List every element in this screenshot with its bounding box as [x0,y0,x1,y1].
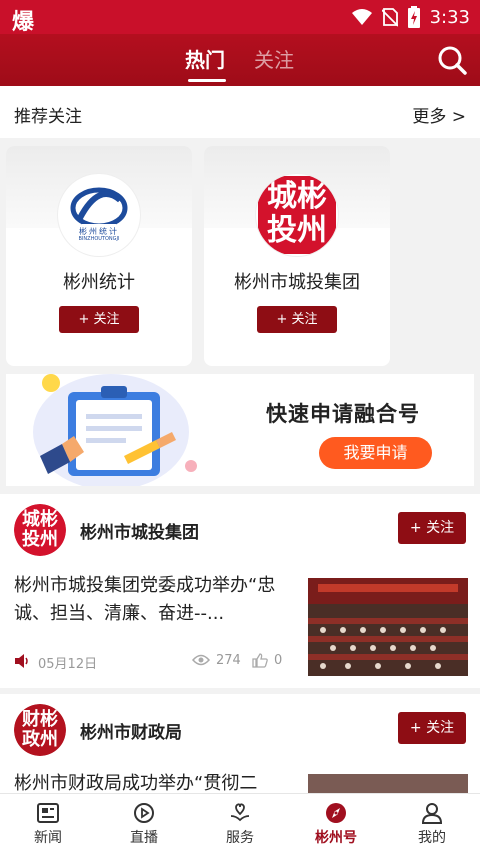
seal-text: 城彬投州 [267,179,327,248]
compass-icon [326,803,346,823]
nav-label: 直播 [130,830,158,846]
like-count: 0 [274,653,283,668]
apply-button[interactable]: 我要申请 [319,437,432,469]
article-meta: 05月12日 274 0 [14,652,294,672]
more-link[interactable]: 更多 > [412,102,466,127]
binzhou-stats-logo [58,174,140,256]
app-notification-glyph: 爆 [12,10,35,35]
chengtou-seal-logo: 城彬投州 [256,174,338,256]
nav-mine[interactable]: 我的 [384,794,480,853]
recommend-card[interactable]: 彬州统计 BINZHOUTONGJI 彬州统计 + 关注 [6,146,192,366]
follow-button[interactable]: + 关注 [59,306,139,333]
no-sim-icon [381,8,398,27]
play-icon [134,803,154,823]
card-name: 彬州市城投集团 [234,272,360,293]
battery-charging-icon [407,6,420,28]
source-name[interactable]: 彬州市财政局 [80,718,182,743]
article-title[interactable]: 彬州市城投集团党委成功举办“忠诚、担当、清廉、奋进--... [14,572,294,628]
feed-item[interactable]: 城彬投州 彬州市城投集团 + 关注 彬州市城投集团党委成功举办“忠诚、担当、清廉… [0,494,480,688]
status-bar: 爆 3:33 [0,0,480,35]
like-icon[interactable] [252,653,268,668]
follow-button[interactable]: + 关注 [257,306,337,333]
source-avatar[interactable]: 财彬政州 [14,704,66,756]
recommend-title: 推荐关注 [14,107,82,127]
tab-hot[interactable]: 热门 [185,44,226,82]
nav-label: 彬州号 [315,830,357,846]
view-count: 274 [216,653,241,668]
article-thumbnail[interactable] [308,774,468,794]
tab-hot-label: 热门 [185,48,225,72]
search-icon[interactable] [436,44,468,76]
follow-button[interactable]: + 关注 [398,512,466,544]
nav-label: 服务 [226,830,254,846]
nav-live[interactable]: 直播 [96,794,192,853]
nav-label: 新闻 [34,830,62,846]
views-icon [192,654,210,666]
avatar-seal-text: 城彬投州 [22,509,58,550]
tab-following[interactable]: 关注 [254,44,294,73]
news-icon [37,803,59,823]
article-thumbnail[interactable] [308,578,468,676]
stats-logo-subtext: BINZHOUTONGJI [78,236,120,242]
source-avatar[interactable]: 城彬投州 [14,504,66,556]
nav-label: 我的 [418,830,446,846]
banner-headline: 快速申请融合号 [266,402,420,426]
service-icon [230,803,250,822]
follow-button[interactable]: + 关注 [398,712,466,744]
nav-news[interactable]: 新闻 [0,794,96,853]
tab-following-label: 关注 [254,48,294,72]
clipboard-illustration [33,374,197,486]
nav-service[interactable]: 服务 [192,794,288,853]
speaker-icon[interactable] [14,654,30,668]
recommend-header: 推荐关注 更多 > [0,86,480,138]
system-icons: 3:33 [351,6,470,28]
active-tab-indicator [188,79,226,82]
card-name: 彬州统计 [63,272,135,293]
source-name[interactable]: 彬州市城投集团 [80,518,199,543]
avatar-seal-text: 财彬政州 [22,709,58,750]
wifi-icon [351,9,372,25]
top-header: 热门 关注 [0,34,480,86]
apply-banner[interactable]: 快速申请融合号 我要申请 [6,374,474,486]
feed-item[interactable]: 财彬政州 彬州市财政局 + 关注 彬州市财政局成功举办“贯彻二 [0,694,480,794]
publish-date: 05月12日 [38,657,98,672]
recommend-card[interactable]: 城彬投州 彬州市城投集团 + 关注 [204,146,390,366]
nav-binzhou-hao[interactable]: 彬州号 [288,794,384,853]
user-icon [421,803,443,824]
bottom-navigation: 新闻 直播 服务 彬州号 我的 [0,793,480,853]
clock: 3:33 [429,6,470,28]
